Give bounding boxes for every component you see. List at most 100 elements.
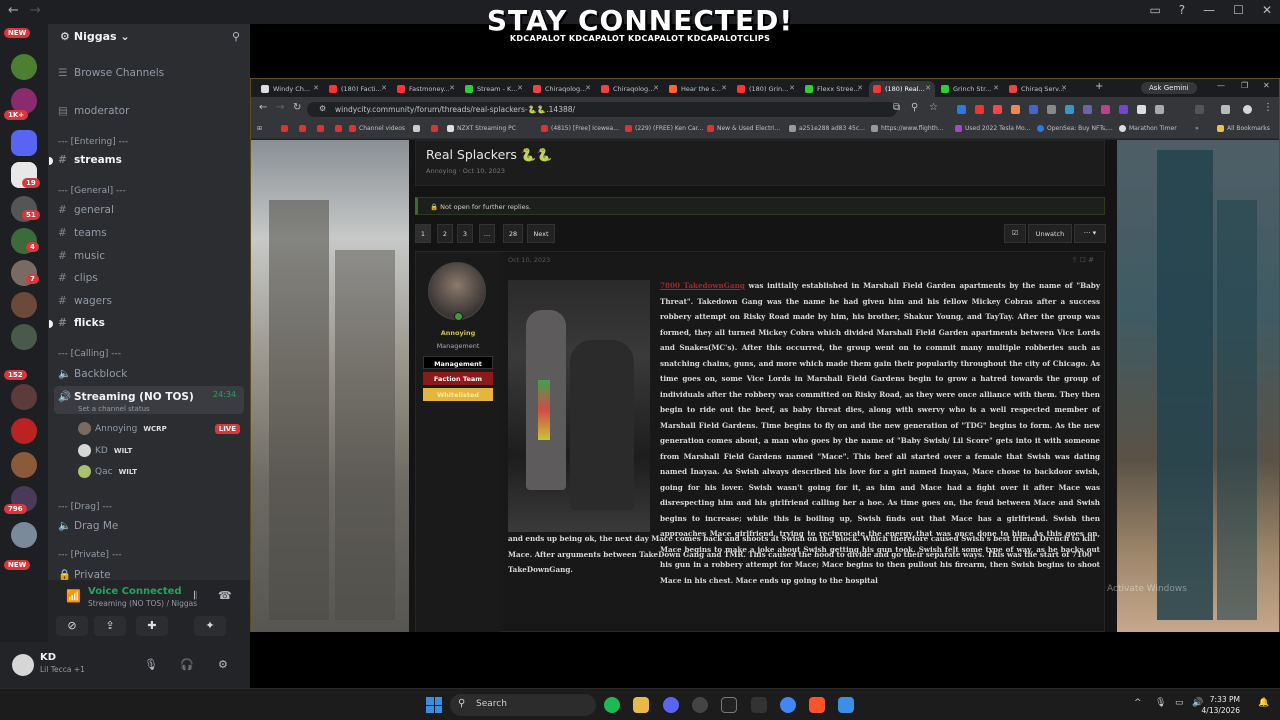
category-general[interactable]: --- [General] --- — [58, 186, 126, 196]
close-tab-icon[interactable]: ✕ — [1061, 84, 1067, 92]
bookmark-star-icon[interactable]: ☆ — [929, 102, 938, 113]
bookmark-icon-only[interactable] — [413, 125, 423, 132]
extension-icon[interactable] — [1011, 105, 1020, 114]
bookmark-icon-only[interactable] — [317, 125, 327, 132]
category-entering[interactable]: --- [Entering] --- — [58, 137, 128, 147]
author-name[interactable]: Annoying — [416, 329, 500, 337]
url-input[interactable]: ⚙ windycity.community/forum/threads/real-… — [307, 102, 897, 117]
browser-tab[interactable]: Chiraqolog... ✕ — [529, 81, 595, 97]
ask-gemini-button[interactable]: Ask Gemini — [1141, 82, 1197, 94]
download-icon[interactable] — [1221, 105, 1230, 114]
category-drag[interactable]: --- [Drag] --- — [58, 502, 112, 512]
bookmark-flighthub[interactable]: https://www.flighth... — [871, 125, 944, 132]
zoom-icon[interactable]: ⚲ — [911, 102, 918, 113]
soundboard-button[interactable]: ✦ — [194, 616, 226, 636]
browser-tab[interactable]: (180) Facti... ✕ — [325, 81, 391, 97]
activities-button[interactable]: ✚ — [136, 616, 168, 636]
voice-connected-channel[interactable]: Streaming (NO TOS) / Niggas — [88, 599, 197, 608]
page-28-button[interactable]: 28 — [503, 224, 523, 243]
apps-grid-icon[interactable]: ⊞ — [257, 125, 262, 132]
server-icon[interactable] — [11, 418, 37, 444]
extension-icon[interactable] — [1083, 105, 1092, 114]
category-private[interactable]: --- [Private] --- — [58, 550, 122, 560]
app-icon[interactable] — [692, 697, 708, 713]
server-icon[interactable] — [11, 384, 37, 410]
back-arrow-icon[interactable]: ← — [8, 3, 19, 18]
bookmark-tesla-used[interactable]: Used 2022 Tesla Mo... — [955, 125, 1030, 132]
bookmark-kencar[interactable]: (229) (FREE) Ken Car... — [625, 125, 703, 132]
bookmark-hash[interactable]: a251e288 ad83 45c... — [789, 125, 865, 132]
server-icon[interactable] — [11, 54, 37, 80]
bookmark-icon-only[interactable] — [299, 125, 309, 132]
reload-icon[interactable]: ↻ — [293, 102, 301, 113]
extension-icon[interactable] — [957, 105, 966, 114]
browser-tab[interactable]: Grinch Str... ✕ — [937, 81, 1003, 97]
minimize-icon[interactable]: — — [1203, 3, 1215, 17]
gang-name-link[interactable]: 7800 TakedownGang — [660, 281, 745, 290]
server-icon[interactable] — [11, 452, 37, 478]
voice-channel-drag-me[interactable]: 🔈 Drag Me — [58, 519, 118, 532]
page-3-button[interactable]: 3 — [457, 224, 473, 243]
close-tab-icon[interactable]: ✕ — [925, 84, 931, 92]
bookmark-icon-only[interactable] — [335, 125, 345, 132]
channel-wagers[interactable]: # wagers — [58, 295, 112, 307]
voice-member[interactable]: Qac WILT — [78, 465, 137, 478]
channel-private[interactable]: 🔒 Private — [58, 568, 111, 580]
brave-icon[interactable] — [809, 697, 825, 713]
page-ellipsis-button[interactable]: … — [479, 224, 495, 243]
thread-meta[interactable]: Annoying · Oct 10, 2023 — [426, 167, 505, 175]
maximize-icon[interactable]: ☐ — [1233, 3, 1244, 17]
close-tab-icon[interactable]: ✕ — [993, 84, 999, 92]
voice-member[interactable]: KD WILT — [78, 444, 132, 457]
close-tab-icon[interactable]: ✕ — [653, 84, 659, 92]
server-icon[interactable] — [11, 292, 37, 318]
voice-connected-title[interactable]: Voice Connected — [88, 586, 182, 597]
voice-channel-backblock[interactable]: 🔈 Backblock — [58, 367, 127, 380]
close-tab-icon[interactable]: ✕ — [721, 84, 727, 92]
extension-icon[interactable] — [1137, 105, 1146, 114]
network-icon[interactable]: ▭ — [1175, 698, 1184, 708]
extension-icon[interactable] — [1029, 105, 1038, 114]
post-image[interactable] — [508, 280, 650, 532]
notification-bell-icon[interactable]: 🔔 — [1258, 698, 1269, 708]
browser-tab[interactable]: Chiraq Serv... ✕ — [1005, 81, 1071, 97]
notepad-icon[interactable] — [838, 697, 854, 713]
extension-icon[interactable] — [1047, 105, 1056, 114]
user-name[interactable]: KD — [40, 652, 56, 663]
bookmark-icewear[interactable]: (4815) [Free] Icewea... — [541, 125, 619, 132]
close-tab-icon[interactable]: ✕ — [517, 84, 523, 92]
channel-music[interactable]: # music — [58, 250, 105, 262]
browser-tab[interactable]: Chiraqolog... ✕ — [597, 81, 663, 97]
extensions-puzzle-icon[interactable] — [1155, 105, 1164, 114]
browser-tab-active[interactable]: (180) Real... ✕ — [869, 81, 935, 97]
page-2-button[interactable]: 2 — [437, 224, 453, 243]
server-name-header[interactable]: ⚙ Niggas ⌄ — [60, 30, 130, 43]
server-icon[interactable] — [11, 324, 37, 350]
microphone-icon[interactable]: 🎙 — [144, 658, 158, 671]
channel-clips[interactable]: # clips — [58, 272, 98, 284]
microphone-icon[interactable]: 🎙 — [1155, 698, 1166, 708]
browser-tab[interactable]: Fastmoney... ✕ — [393, 81, 459, 97]
chrome-icon[interactable] — [780, 697, 796, 713]
channel-streams[interactable]: # streams — [58, 154, 122, 166]
channel-flicks[interactable]: # flicks — [58, 317, 105, 329]
extension-icon[interactable] — [975, 105, 984, 114]
voice-member[interactable]: Annoying WCRP — [78, 422, 167, 435]
minimize-icon[interactable]: — — [1217, 81, 1225, 90]
next-page-button[interactable]: Next — [527, 224, 555, 243]
bookmark-icon-only[interactable] — [281, 125, 291, 132]
inbox-icon[interactable]: ▭ — [1149, 3, 1160, 17]
server-icon[interactable] — [11, 522, 37, 548]
extension-icon[interactable] — [1119, 105, 1128, 114]
browse-channels[interactable]: ☰ Browse Channels — [58, 67, 164, 79]
channel-teams[interactable]: # teams — [58, 227, 107, 239]
signal-icon[interactable]: 📶 — [66, 589, 81, 603]
camera-off-button[interactable]: ⊘ — [56, 616, 88, 636]
taskbar-clock[interactable]: 7:33 PM 4/13/2026 — [1202, 694, 1240, 716]
headphones-icon[interactable]: 🎧 — [180, 658, 194, 671]
select-checkbox-button[interactable]: ☑ — [1004, 224, 1026, 243]
windows-start-icon[interactable] — [426, 697, 442, 713]
screenshare-button[interactable]: ⇪ — [94, 616, 126, 636]
bookmark-icon-only[interactable] — [431, 125, 441, 132]
tray-overflow-icon[interactable]: ^ — [1134, 698, 1142, 708]
